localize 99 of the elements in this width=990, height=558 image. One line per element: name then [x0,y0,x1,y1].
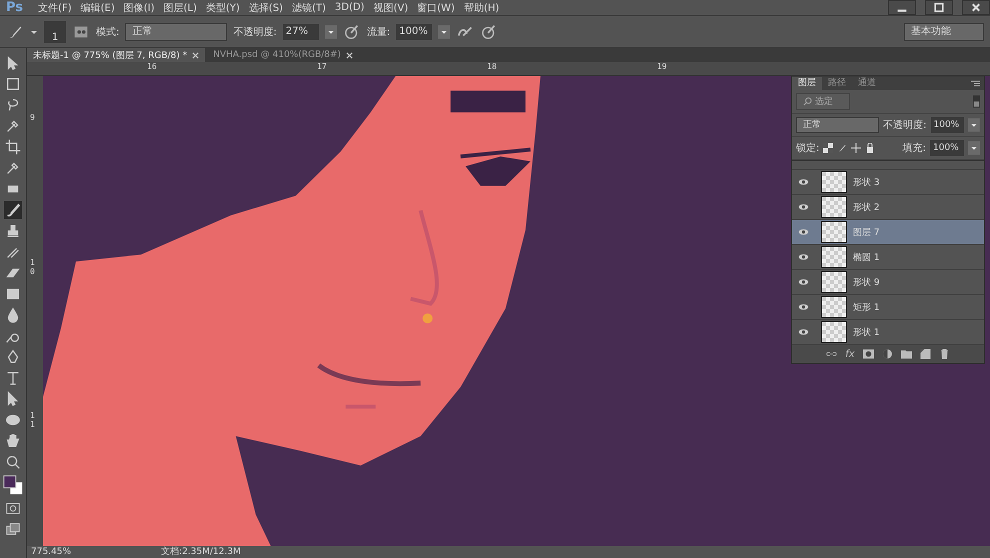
layer-thumbnail-icon [821,271,847,293]
eye-icon[interactable] [798,178,809,186]
ruler-number: 17 [317,62,328,73]
lip-line [346,404,376,409]
layer-thumbnail-icon [821,196,847,218]
filter-toggle-icon[interactable] [973,95,980,108]
fill-field[interactable]: 100% [930,140,964,156]
panel-menu-icon[interactable] [971,80,980,87]
close-icon[interactable] [962,0,990,15]
ruler-number: 11 [29,412,35,430]
eye-icon[interactable] [798,228,809,236]
opacity-field[interactable]: 27% [282,24,319,40]
flow-label: 流量: [366,26,390,38]
folder-icon[interactable] [900,349,912,359]
layer-row[interactable]: 形状 9 [792,270,984,295]
lock-label: 锁定: [796,142,820,155]
workspace-dropdown[interactable]: 基本功能 [904,22,984,40]
layer-thumbnail-icon [821,246,847,268]
maximize-icon[interactable] [925,0,953,15]
minimize-icon[interactable] [888,0,916,15]
menu-item[interactable]: 选择(S) [248,0,283,14]
dropdown-icon[interactable] [324,24,337,40]
crop-tool-icon[interactable] [4,138,22,156]
layer-name: 形状 2 [853,202,880,214]
dropdown-icon[interactable] [968,117,980,133]
layer-name: 形状 9 [853,276,880,288]
layer-name: 形状 3 [853,176,880,188]
menu-item[interactable]: 窗口(W) [417,0,455,14]
zoom-level[interactable]: 775.45% [31,546,72,558]
panel-tab[interactable]: 通道 [852,77,882,90]
menu-item[interactable]: 编辑(E) [80,0,115,14]
layer-thumbnail-icon [821,296,847,318]
brush-cursor-icon [422,313,433,324]
dropdown-icon[interactable] [968,140,980,156]
menu-item[interactable]: 3D(D) [334,2,364,13]
fill-label: 填充: [902,142,926,155]
brush-size-picker[interactable]: 1 [44,20,66,42]
panel-tab[interactable]: 图层 [792,77,822,90]
eye-icon[interactable] [798,328,809,336]
document-size: 文档:2.35M/12.3M [160,546,241,558]
opacity-field[interactable]: 100% [930,117,964,133]
lock-icon[interactable] [865,143,876,153]
ruler-number: 16 [147,62,158,73]
layer-thumbnail-icon [821,321,847,343]
brush-icon[interactable] [837,143,848,153]
layer-name: 矩形 1 [853,302,880,314]
app-logo: Ps [6,0,24,15]
eye-icon[interactable] [798,303,809,311]
menu-item[interactable]: 视图(V) [373,0,408,14]
mask-icon[interactable] [862,349,874,359]
adjustment-icon[interactable] [882,349,893,359]
screen-mode-icon[interactable] [4,520,22,538]
eye-icon[interactable] [798,278,809,286]
zoom-tool-icon[interactable] [4,453,22,471]
layer-thumbnail-icon [821,171,847,193]
menu-item[interactable]: 图层(L) [164,0,197,14]
flow-field[interactable]: 100% [396,24,432,40]
ruler-number: 18 [487,62,498,73]
blend-mode-dropdown[interactable]: 正常 [796,117,880,133]
document-title: 未标题-1 @ 775% (图层 7, RGB/8) * [33,50,188,62]
ruler-number: 10 [29,258,35,276]
eye-icon[interactable] [798,253,809,261]
layer-row[interactable]: 形状 3 [792,170,984,195]
eye-icon[interactable] [798,203,809,211]
layer-name: 形状 1 [853,326,880,338]
link-icon[interactable] [826,349,838,359]
layer-name: 椭圆 1 [853,252,880,264]
pressure-icon[interactable] [342,22,361,40]
layer-style-button[interactable]: fx [845,348,855,360]
document-title: NVHA.psd @ 410%(RGB/8#) [213,50,341,60]
dropdown-icon[interactable] [438,24,450,40]
ruler-number: 9 [29,114,35,123]
mode-label: 模式: [96,26,120,38]
layer-thumbnail-icon [821,221,847,243]
filter-dropdown[interactable]: 选定 [796,93,850,110]
new-layer-icon[interactable] [920,349,931,359]
menu-item[interactable]: 类型(Y) [206,0,240,14]
opacity-label: 不透明度: [233,26,277,38]
layer-row[interactable]: 椭圆 1 [792,245,984,270]
brush-tool-icon[interactable] [4,201,22,219]
layer-name: 图层 7 [853,226,880,238]
ruler-number: 19 [657,62,668,73]
layer-row[interactable]: 矩形 1 [792,295,984,320]
opacity-label: 不透明度: [883,118,926,132]
menu-item[interactable]: 图像(I) [124,0,154,14]
color-swatches-icon[interactable] [2,474,24,496]
mode-dropdown[interactable]: 正常 [125,22,228,40]
eye-shape [460,148,531,186]
menu-item[interactable]: 文件(F) [38,0,72,14]
move-arrows-icon[interactable] [851,143,862,153]
trash-icon[interactable] [938,349,950,359]
panel-tab[interactable]: 路径 [822,77,852,90]
search-icon [803,97,812,106]
document-tab[interactable]: NVHA.psd @ 410%(RGB/8#) [207,48,359,62]
menu-item[interactable]: 帮助(H) [464,0,500,14]
menu-item[interactable]: 滤镜(T) [292,0,326,14]
marquee-tool-icon[interactable] [4,75,22,93]
layer-row[interactable]: 图层 7 [792,220,984,245]
document-tab[interactable]: 未标题-1 @ 775% (图层 7, RGB/8) * [27,48,206,62]
